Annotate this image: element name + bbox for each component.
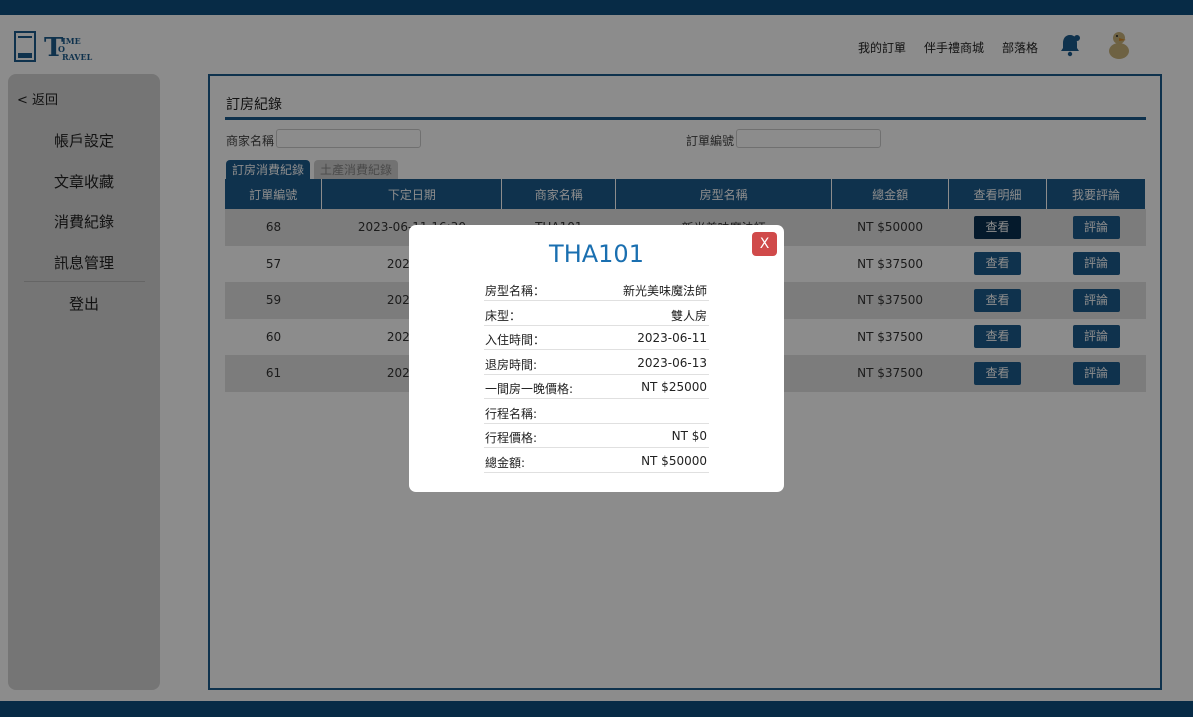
detail-label: 總金額: <box>485 455 526 470</box>
detail-label: 一間房一晚價格: <box>485 382 574 396</box>
order-detail-modal: THA101 X 房型名稱： 新光美味魔法師 床型： 雙人房 入住時間： 202… <box>409 225 784 492</box>
detail-label: 床型： <box>485 308 522 323</box>
detail-label: 房型名稱： <box>485 284 546 298</box>
detail-value: 2023-06-13 <box>637 355 707 370</box>
detail-label: 行程價格: <box>485 431 538 445</box>
modal-title: THA101 <box>549 240 644 268</box>
detail-label: 退房時間: <box>485 357 538 372</box>
detail-row: 房型名稱： 新光美味魔法師 <box>484 277 709 301</box>
detail-row: 總金額: NT $50000 <box>484 449 709 473</box>
detail-value: 2023-06-11 <box>637 331 707 345</box>
detail-value: 新光美味魔法師 <box>622 284 707 298</box>
detail-row: 行程名稱: <box>484 400 709 424</box>
detail-row: 一間房一晚價格: NT $25000 <box>484 375 709 399</box>
detail-value: NT $25000 <box>641 380 707 394</box>
detail-label: 行程名稱: <box>485 406 538 421</box>
detail-value: 雙人房 <box>670 308 707 323</box>
detail-row: 退房時間: 2023-06-13 <box>484 351 709 375</box>
detail-value: NT $0 <box>671 429 707 443</box>
detail-label: 入住時間： <box>485 333 546 347</box>
detail-row: 行程價格: NT $0 <box>484 424 709 448</box>
detail-row: 入住時間： 2023-06-11 <box>484 326 709 350</box>
detail-row: 床型： 雙人房 <box>484 302 709 326</box>
close-button[interactable]: X <box>752 232 777 256</box>
detail-value: NT $50000 <box>641 453 707 468</box>
